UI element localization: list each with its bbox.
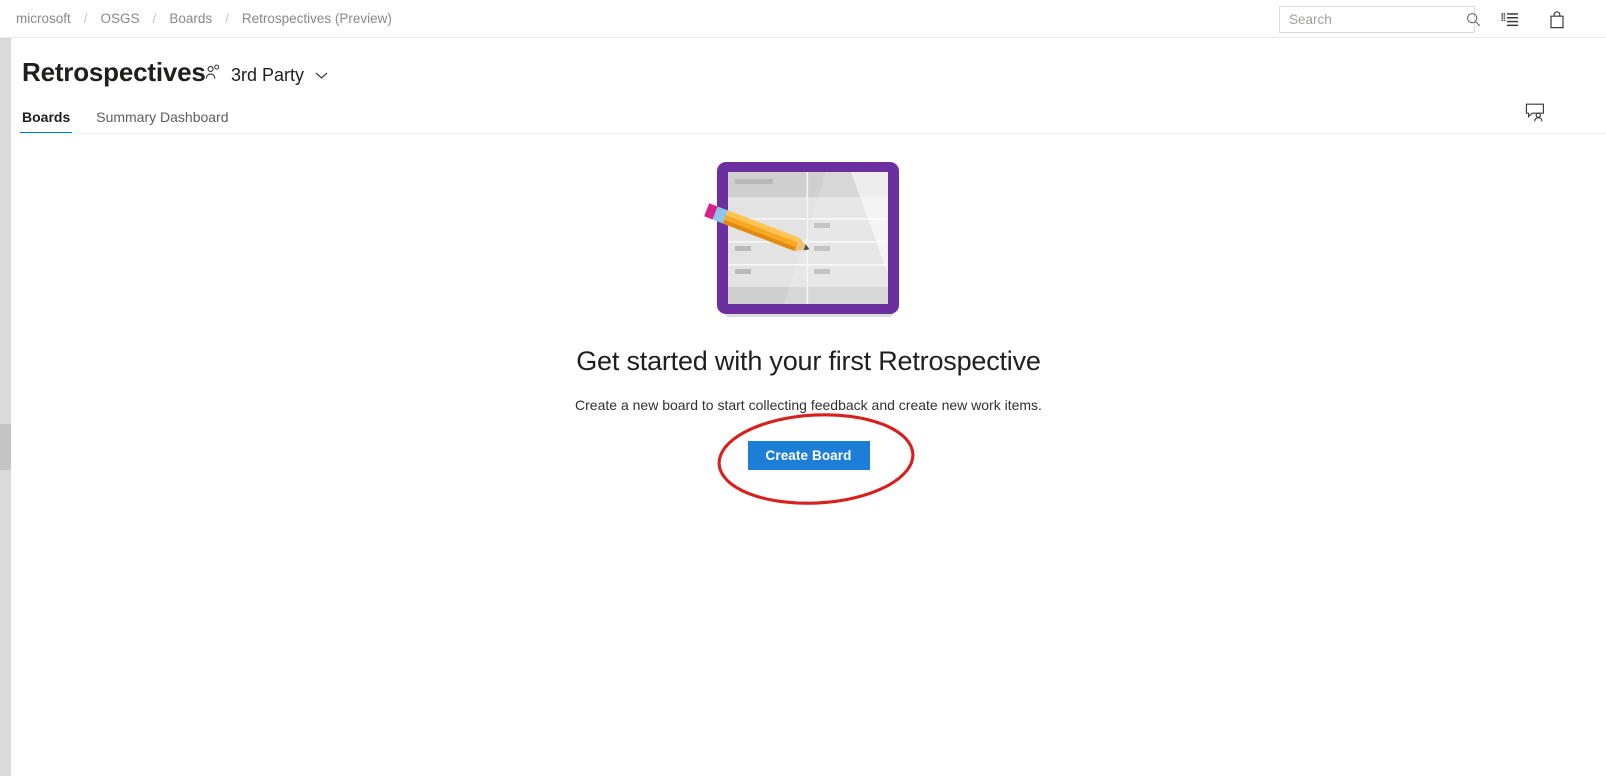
create-board-button[interactable]: Create Board [747, 441, 870, 470]
search-box[interactable] [1279, 6, 1481, 33]
breadcrumb-separator: / [225, 11, 229, 26]
chevron-down-icon[interactable] [315, 71, 328, 80]
marketplace-bag-icon[interactable] [1545, 8, 1569, 32]
retrospectives-page: microsoft / OSGS / Boards / Retrospectiv… [0, 0, 1606, 776]
breadcrumb-separator: / [152, 11, 157, 26]
breadcrumb-item-project[interactable]: OSGS [99, 0, 142, 38]
backlog-list-icon[interactable] [1498, 8, 1522, 32]
search-input[interactable] [1280, 7, 1466, 32]
team-people-icon [204, 64, 222, 87]
empty-state-title: Get started with your first Retrospectiv… [576, 346, 1041, 376]
page-header: Retrospectives 3rd Party Boards Summary … [0, 39, 1606, 134]
scrollbar-thumb[interactable] [0, 424, 11, 470]
page-tabs: Boards Summary Dashboard [20, 103, 231, 134]
tab-boards[interactable]: Boards [20, 109, 73, 134]
search-icon[interactable] [1466, 7, 1481, 32]
breadcrumb: microsoft / OSGS / Boards / Retrospectiv… [14, 0, 394, 38]
page-title: Retrospectives [22, 57, 206, 87]
tab-summary-dashboard[interactable]: Summary Dashboard [94, 109, 230, 134]
breadcrumb-item-retrospectives[interactable]: Retrospectives (Preview) [240, 0, 394, 38]
empty-state-subtitle: Create a new board to start collecting f… [575, 397, 1042, 413]
empty-state: Get started with your first Retrospectiv… [11, 134, 1606, 776]
global-header: microsoft / OSGS / Boards / Retrospectiv… [0, 0, 1606, 38]
breadcrumb-item-boards[interactable]: Boards [167, 0, 214, 38]
breadcrumb-item-organization[interactable]: microsoft [14, 0, 73, 38]
retrospective-board-pencil-illustration [699, 156, 919, 326]
feedback-person-icon[interactable] [1522, 99, 1548, 125]
team-name: 3rd Party [231, 64, 305, 85]
left-vertical-scrollbar[interactable] [0, 38, 11, 776]
breadcrumb-separator: / [83, 11, 88, 26]
team-picker[interactable]: 3rd Party [204, 61, 328, 89]
